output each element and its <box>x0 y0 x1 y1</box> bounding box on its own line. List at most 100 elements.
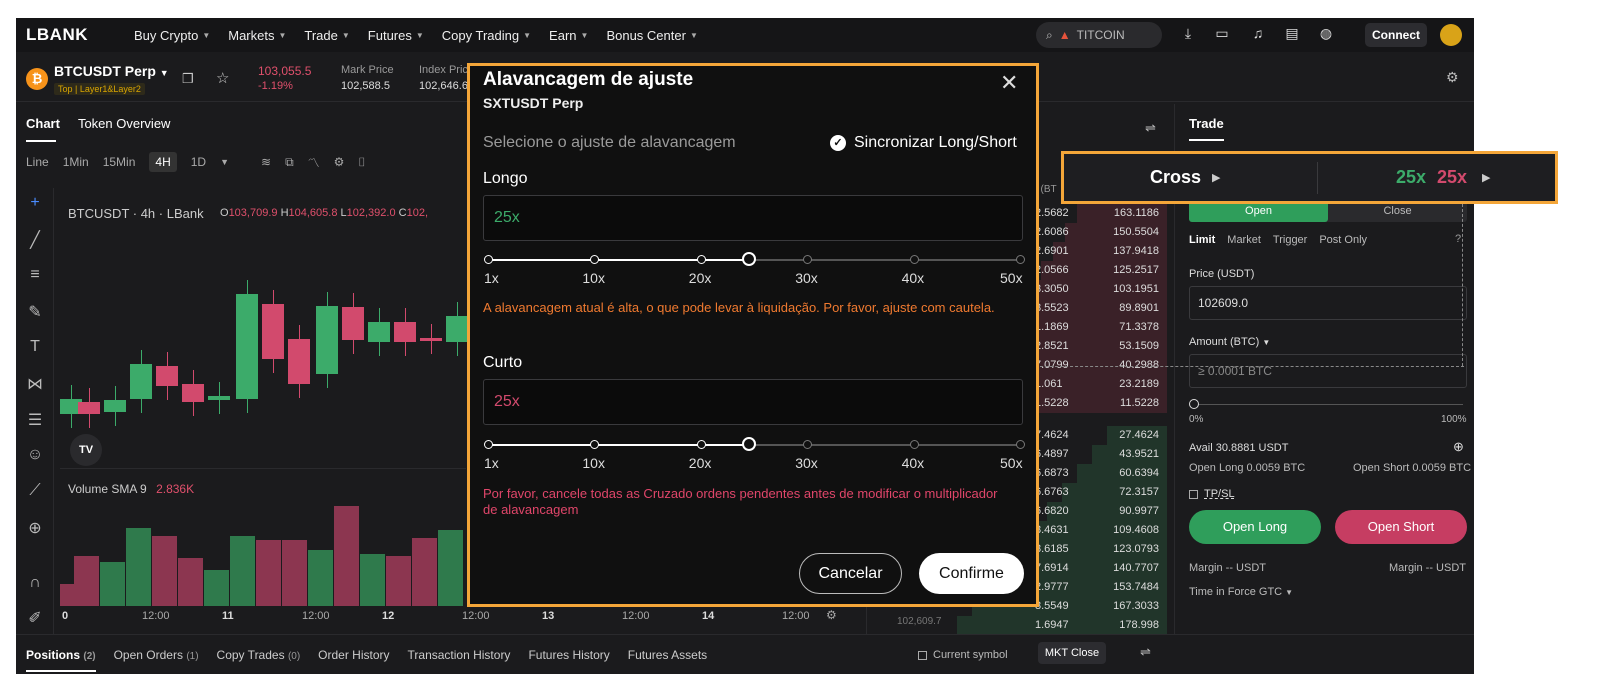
order-type-post-only[interactable]: Post Only <box>1319 234 1367 246</box>
slider-handle[interactable] <box>741 252 756 266</box>
slider-tick-dot[interactable] <box>1016 255 1025 264</box>
bottom-tab[interactable]: Futures History <box>528 648 609 662</box>
nav-trade[interactable]: Trade ▼ <box>304 28 349 43</box>
current-symbol-filter[interactable]: Current symbol <box>918 649 1008 661</box>
candle-area[interactable] <box>60 224 468 434</box>
order-type-market[interactable]: Market <box>1227 234 1261 246</box>
globe-icon[interactable]: ◍ <box>1316 25 1336 45</box>
text-icon[interactable]: T <box>24 338 46 360</box>
open-long-button[interactable]: Open Long <box>1189 510 1321 544</box>
star-icon[interactable]: ☆ <box>216 69 229 87</box>
slider-tick-dot[interactable] <box>590 255 600 264</box>
tf-4h[interactable]: 4H <box>149 152 177 172</box>
slider-tick-dot[interactable] <box>909 440 919 449</box>
tf-1d[interactable]: 1D <box>191 155 206 169</box>
lock-drawing-icon[interactable]: ✐ <box>24 608 46 630</box>
avatar[interactable] <box>1440 24 1462 46</box>
wallet-icon[interactable]: ▭ <box>1212 25 1232 45</box>
nav-buy-crypto[interactable]: Buy Crypto ▼ <box>134 28 210 43</box>
long-leverage-badge[interactable]: 25x <box>1396 167 1426 188</box>
amount-slider-handle[interactable] <box>1189 399 1199 409</box>
slider-tick-dot[interactable] <box>909 255 919 264</box>
bottom-tab[interactable]: Positions (2) <box>26 648 96 672</box>
ruler-icon[interactable]: ⟋ <box>24 482 46 504</box>
check-icon[interactable]: ✓ <box>830 135 846 151</box>
current-symbol-checkbox[interactable] <box>918 650 927 660</box>
bottom-tab[interactable]: Transaction History <box>408 648 511 662</box>
mkt-close-button[interactable]: MKT Close <box>1038 642 1106 664</box>
camera-icon[interactable]: ⌷ <box>358 155 365 170</box>
tab-chart[interactable]: Chart <box>26 116 60 131</box>
download-icon[interactable]: ⤓ <box>1178 25 1198 45</box>
symbol-tags[interactable]: Top | Layer1&Layer2 <box>54 83 145 95</box>
help-icon[interactable]: ? <box>1455 233 1461 245</box>
slider-tick-dot[interactable] <box>484 255 493 264</box>
price-input[interactable]: 102609.0 <box>1189 286 1467 320</box>
order-type-limit[interactable]: Limit <box>1189 234 1215 246</box>
symbol-selector[interactable]: BTCUSDT Perp ▼ <box>54 63 169 79</box>
slider-tick-dot[interactable] <box>484 440 493 449</box>
bell-icon[interactable]: ♫ <box>1248 25 1268 45</box>
emoji-icon[interactable]: ☺ <box>24 446 46 468</box>
nav-earn[interactable]: Earn ▼ <box>549 28 588 43</box>
trendline-icon[interactable]: ╱ <box>24 230 46 252</box>
tradingview-logo[interactable]: TV <box>70 434 102 466</box>
slider-tick-dot[interactable] <box>803 255 813 264</box>
tf-1min[interactable]: 1Min <box>63 155 89 169</box>
slider-tick-dot[interactable] <box>696 440 706 449</box>
add-funds-icon[interactable]: ⊕ <box>1453 439 1464 455</box>
chart-settings-icon[interactable]: ⚙ <box>334 155 345 169</box>
book-icon[interactable]: ❒ <box>182 71 194 87</box>
nav-futures[interactable]: Futures ▼ <box>368 28 424 43</box>
order-type-trigger[interactable]: Trigger <box>1273 234 1307 246</box>
slider-tick-dot[interactable] <box>696 255 706 264</box>
bottom-tab[interactable]: Open Orders (1) <box>114 648 199 662</box>
orderbook-settings-icon[interactable]: ⇌ <box>1145 120 1156 136</box>
candle-type-icon[interactable]: ⧉ <box>285 155 294 170</box>
sync-long-short-toggle[interactable]: ✓ Sincronizar Long/Short <box>830 134 1017 152</box>
leverage-callout[interactable]: Cross ▶ 25x 25x ▶ <box>1061 151 1558 204</box>
amount-slider[interactable] <box>1189 399 1463 410</box>
short-leverage-input[interactable]: 25x <box>483 379 1023 425</box>
tpsl-toggle[interactable]: TP/SL <box>1189 488 1235 500</box>
settings-icon[interactable]: ⚙ <box>1446 69 1459 86</box>
short-leverage-badge[interactable]: 25x <box>1437 167 1467 188</box>
nav-copy-trading[interactable]: Copy Trading ▼ <box>442 28 531 43</box>
pattern-icon[interactable]: ⋈ <box>24 374 46 396</box>
nav-bonus-center[interactable]: Bonus Center ▼ <box>606 28 697 43</box>
slider-tick-dot[interactable] <box>590 440 600 449</box>
trend-icon[interactable]: 〽 <box>308 154 320 171</box>
close-icon[interactable]: ✕ <box>1000 70 1018 96</box>
trade-title[interactable]: Trade <box>1189 116 1224 141</box>
margin-mode-cross[interactable]: Cross <box>1150 167 1201 188</box>
slider-tick-dot[interactable] <box>1016 440 1025 449</box>
zoom-in-icon[interactable]: ⊕ <box>24 518 46 540</box>
crosshair-icon[interactable]: + <box>24 194 46 216</box>
confirm-button[interactable]: Confirme <box>919 553 1024 594</box>
magnet-icon[interactable]: ∩ <box>24 574 46 596</box>
lbank-logo[interactable]: LBANK <box>26 25 134 45</box>
orders-icon[interactable]: ▤ <box>1282 25 1302 45</box>
indicator-icon[interactable]: ≋ <box>261 155 271 169</box>
time-in-force[interactable]: Time in Force GTC ▼ <box>1189 586 1293 598</box>
measure-lines-icon[interactable]: ☰ <box>24 410 46 432</box>
tab-token-overview[interactable]: Token Overview <box>78 116 170 131</box>
nav-markets[interactable]: Markets ▼ <box>228 28 286 43</box>
long-leverage-slider[interactable] <box>484 250 1025 270</box>
slider-tick-dot[interactable] <box>803 440 813 449</box>
open-short-button[interactable]: Open Short <box>1335 510 1467 544</box>
horizontal-lines-icon[interactable]: ≡ <box>24 266 46 288</box>
bottom-tab[interactable]: Order History <box>318 648 389 662</box>
amount-input[interactable]: ≥ 0.0001 BTC <box>1189 354 1467 388</box>
tf-15min[interactable]: 15Min <box>103 155 136 169</box>
axis-settings-icon[interactable]: ⚙ <box>826 608 837 622</box>
slider-handle[interactable] <box>741 437 756 451</box>
bottom-tab[interactable]: Futures Assets <box>628 648 707 662</box>
tf-line[interactable]: Line <box>26 155 49 169</box>
connect-button[interactable]: Connect <box>1365 23 1427 47</box>
filter-icon[interactable]: ⇌ <box>1140 644 1151 660</box>
bottom-tab[interactable]: Copy Trades (0) <box>217 648 301 662</box>
brush-icon[interactable]: ✎ <box>24 302 46 324</box>
cancel-button[interactable]: Cancelar <box>799 553 902 594</box>
short-leverage-slider[interactable] <box>484 435 1025 455</box>
